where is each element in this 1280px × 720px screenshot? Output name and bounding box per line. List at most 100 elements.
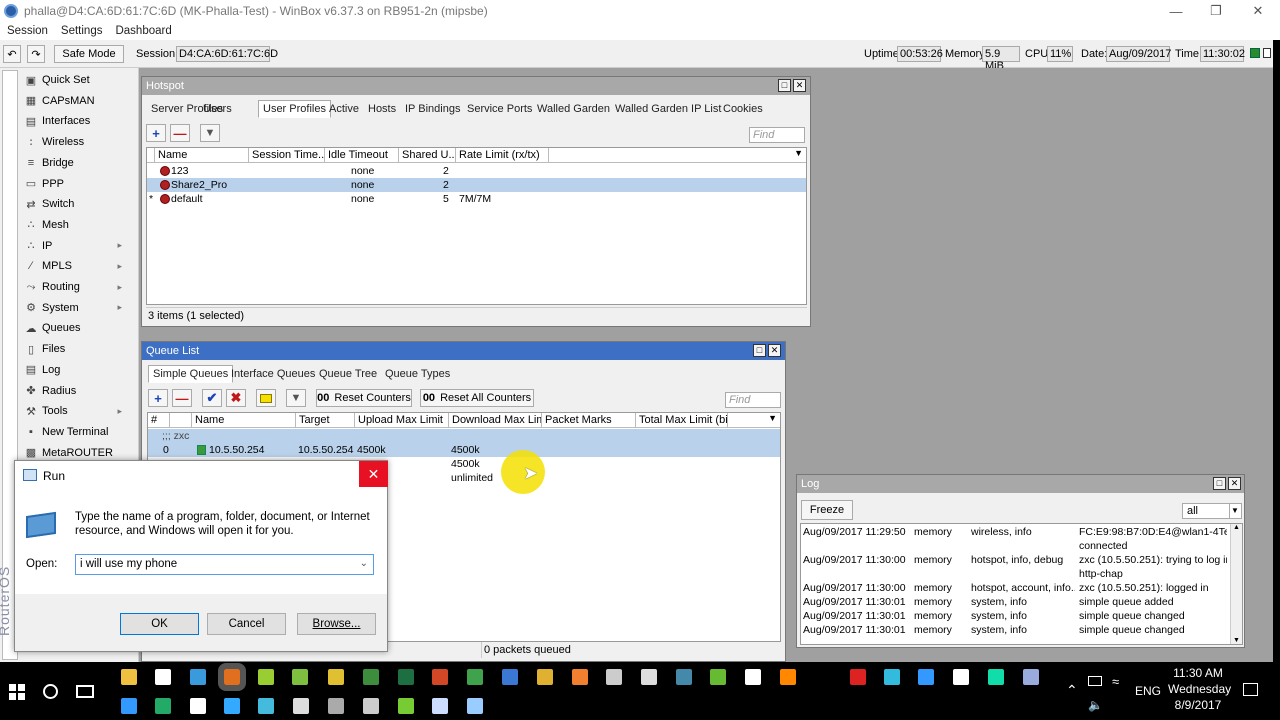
sidebar-item-files[interactable]: ▯ Files bbox=[22, 339, 136, 359]
tab-users[interactable]: Users bbox=[198, 100, 237, 118]
taskbar-app-icon[interactable] bbox=[432, 698, 448, 714]
tab-interface-queues[interactable]: Interface Queues bbox=[226, 365, 320, 383]
taskbar-app-icon[interactable] bbox=[398, 698, 414, 714]
log-scrollbar[interactable]: ▲ ▼ bbox=[1230, 524, 1242, 644]
sidebar-item-queues[interactable]: ☁ Queues bbox=[22, 318, 136, 338]
sidebar-item-interfaces[interactable]: ▤ Interfaces bbox=[22, 111, 136, 131]
chevron-down-icon[interactable]: ▼ bbox=[768, 413, 777, 423]
close-icon[interactable]: ✕ bbox=[768, 344, 781, 357]
menu-settings[interactable]: Settings bbox=[61, 25, 103, 37]
maximize-icon[interactable]: □ bbox=[1213, 477, 1226, 490]
col-download[interactable]: Download Max Limit bbox=[449, 413, 542, 428]
sidebar-item-quick-set[interactable]: ▣ Quick Set bbox=[22, 70, 136, 90]
menu-session[interactable]: Session bbox=[7, 25, 48, 37]
maximize-icon[interactable]: □ bbox=[778, 79, 791, 92]
sidebar-item-bridge[interactable]: ≡ Bridge bbox=[22, 153, 136, 173]
vba-icon[interactable] bbox=[953, 669, 969, 685]
hotspot-find-input[interactable]: Find bbox=[749, 127, 805, 143]
sidebar-item-radius[interactable]: ✤ Radius bbox=[22, 381, 136, 401]
settings-icon[interactable] bbox=[258, 669, 274, 685]
ok-button[interactable]: OK bbox=[120, 613, 199, 635]
close-button[interactable]: ✕ bbox=[359, 461, 388, 487]
apps-icon[interactable] bbox=[710, 669, 726, 685]
sidebar-item-log[interactable]: ▤ Log bbox=[22, 360, 136, 380]
chat-icon[interactable] bbox=[884, 669, 900, 685]
taskbar-app-icon[interactable] bbox=[190, 698, 206, 714]
action-center-icon[interactable] bbox=[1243, 683, 1258, 696]
chevron-down-icon[interactable]: ⌄ bbox=[360, 558, 368, 569]
col-idle-timeout[interactable]: Idle Timeout bbox=[325, 148, 399, 163]
scroll-up-icon[interactable]: ▲ bbox=[1233, 524, 1240, 531]
taskbar-app-icon[interactable] bbox=[121, 698, 137, 714]
sketch-icon[interactable] bbox=[641, 669, 657, 685]
screen-icon[interactable] bbox=[918, 669, 934, 685]
language-indicator[interactable]: ENG bbox=[1135, 684, 1161, 698]
close-icon[interactable]: ✕ bbox=[1236, 0, 1280, 22]
firefox-icon[interactable] bbox=[572, 669, 588, 685]
col-upload[interactable]: Upload Max Limit bbox=[355, 413, 449, 428]
filter-button[interactable]: ▼ bbox=[286, 389, 306, 407]
chevron-up-icon[interactable]: ⌃ bbox=[1066, 682, 1078, 699]
tab-walled-garden-ip-list[interactable]: Walled Garden IP List bbox=[610, 100, 726, 118]
speaker-icon[interactable]: 🔈 bbox=[1088, 698, 1103, 712]
sidebar-item-wireless[interactable]: ∶ Wireless bbox=[22, 132, 136, 152]
taskbar-app-icon[interactable] bbox=[363, 698, 379, 714]
log-filter-select[interactable]: all ▼ bbox=[1182, 503, 1242, 519]
chevron-down-icon[interactable]: ▼ bbox=[1229, 504, 1240, 518]
photos-icon[interactable] bbox=[676, 669, 692, 685]
search-icon[interactable] bbox=[43, 684, 58, 699]
col-session-time[interactable]: Session Time... bbox=[249, 148, 325, 163]
notes-icon[interactable] bbox=[218, 663, 246, 691]
sidebar-item-switch[interactable]: ⇄ Switch bbox=[22, 194, 136, 214]
chevron-down-icon[interactable]: ▼ bbox=[794, 148, 803, 158]
comment-button[interactable] bbox=[256, 389, 276, 407]
taskbar-app-icon[interactable] bbox=[293, 698, 309, 714]
wifi-icon[interactable]: ≈ bbox=[1112, 674, 1119, 689]
taskbar-app-icon[interactable] bbox=[328, 698, 344, 714]
col-target[interactable]: Target bbox=[296, 413, 355, 428]
reset-all-counters-button[interactable]: 00 Reset All Counters bbox=[420, 389, 534, 407]
sidebar-item-mpls[interactable]: ∕ MPLS ▸ bbox=[22, 256, 136, 276]
disable-button[interactable]: ✖ bbox=[226, 389, 246, 407]
maps-icon[interactable] bbox=[467, 669, 483, 685]
safe-mode-button[interactable]: Safe Mode bbox=[54, 45, 124, 63]
close-icon[interactable]: ✕ bbox=[1228, 477, 1241, 490]
sidebar-item-mesh[interactable]: ∴ Mesh bbox=[22, 215, 136, 235]
chart-icon[interactable] bbox=[363, 669, 379, 685]
remove-button[interactable]: — bbox=[170, 124, 190, 142]
col-packet-marks[interactable]: Packet Marks bbox=[542, 413, 636, 428]
sidebar-item-new-terminal[interactable]: ▪ New Terminal bbox=[22, 422, 136, 442]
close-icon[interactable]: ✕ bbox=[793, 79, 806, 92]
queue-find-input[interactable]: Find bbox=[725, 392, 781, 408]
chrome-icon[interactable] bbox=[537, 669, 553, 685]
tab-walled-garden[interactable]: Walled Garden bbox=[532, 100, 615, 118]
tab-ip-bindings[interactable]: IP Bindings bbox=[400, 100, 465, 118]
paint-icon[interactable] bbox=[606, 669, 622, 685]
ball-icon[interactable] bbox=[745, 669, 761, 685]
sidebar-item-routing[interactable]: ⤳ Routing ▸ bbox=[22, 277, 136, 297]
scroll-down-icon[interactable]: ▼ bbox=[1233, 637, 1240, 644]
edge-icon[interactable] bbox=[190, 669, 206, 685]
task-view-icon[interactable] bbox=[76, 685, 94, 698]
col-total-max[interactable]: Total Max Limit (bi... bbox=[636, 413, 728, 428]
enable-button[interactable]: ✔ bbox=[202, 389, 222, 407]
taskbar-app-icon[interactable] bbox=[258, 698, 274, 714]
tab-active[interactable]: Active bbox=[324, 100, 364, 118]
vlc-icon[interactable] bbox=[780, 669, 796, 685]
menu-dashboard[interactable]: Dashboard bbox=[115, 25, 171, 37]
word-icon[interactable] bbox=[432, 669, 448, 685]
tab-cookies[interactable]: Cookies bbox=[718, 100, 768, 118]
open-input[interactable]: i will use my phone ⌄ bbox=[75, 554, 374, 575]
col-name[interactable]: Name bbox=[155, 148, 249, 163]
tab-queue-types[interactable]: Queue Types bbox=[380, 365, 455, 383]
reset-counters-button[interactable]: 00 Reset Counters bbox=[316, 389, 412, 407]
palette-icon[interactable] bbox=[292, 669, 308, 685]
battery-icon[interactable] bbox=[1088, 676, 1102, 686]
maximize-icon[interactable]: □ bbox=[753, 344, 766, 357]
taskbar-app-icon[interactable] bbox=[224, 698, 240, 714]
col-name[interactable]: Name bbox=[192, 413, 296, 428]
edge2-icon[interactable] bbox=[502, 669, 518, 685]
taskbar-app-icon[interactable] bbox=[155, 698, 171, 714]
sidebar-item-tools[interactable]: ⚒ Tools ▸ bbox=[22, 401, 136, 421]
remove-button[interactable]: — bbox=[172, 389, 192, 407]
